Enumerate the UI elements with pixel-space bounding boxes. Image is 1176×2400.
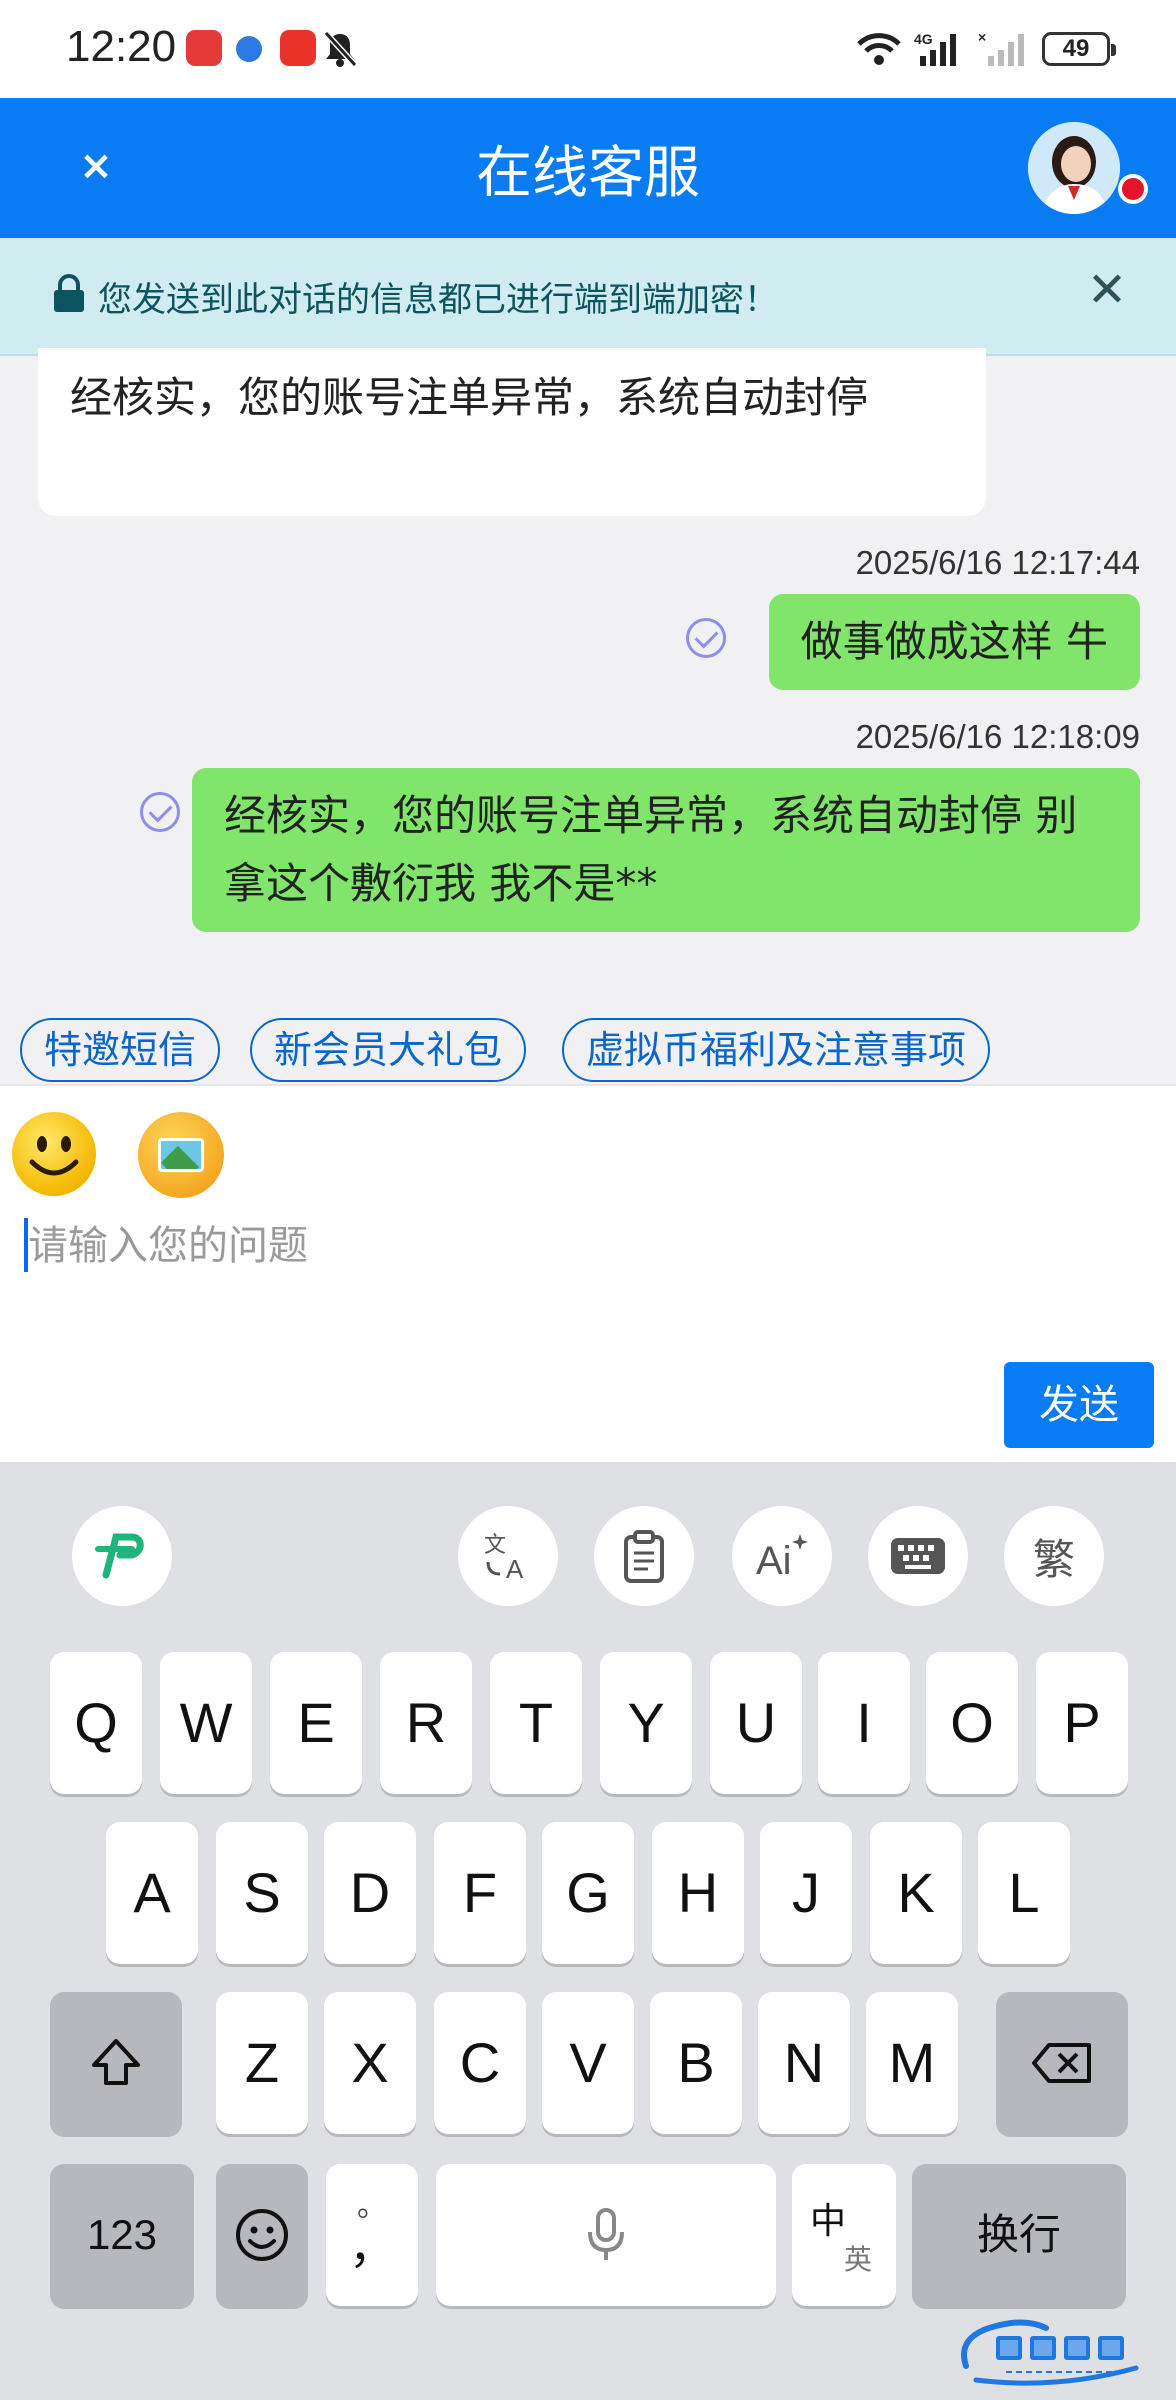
key-h[interactable]: H [652,1822,744,1964]
chat-header: × 在线客服 [0,98,1176,238]
key-r[interactable]: R [380,1652,472,1794]
svg-text:4G: 4G [914,31,933,47]
picture-icon [158,1138,204,1172]
online-status-dot [1118,174,1148,204]
key-j[interactable]: J [760,1822,852,1964]
emoji-button[interactable] [12,1112,96,1196]
numbers-key[interactable]: 123 [50,2164,194,2306]
key-k[interactable]: K [870,1822,962,1964]
traditional-chinese-button[interactable]: 繁 [1004,1506,1104,1606]
translate-icon: 文 A [484,1533,524,1584]
shift-arrow-icon [92,2039,140,2085]
key-n[interactable]: N [758,1992,850,2134]
punctuation-secondary-label: 。 [357,2190,387,2223]
key-s[interactable]: S [216,1822,308,1964]
smiley-icon [236,2209,288,2261]
space-key[interactable] [436,2164,776,2306]
send-button[interactable]: 发送 [1004,1362,1154,1448]
key-a[interactable]: A [106,1822,198,1964]
keyboard-logo-button[interactable] [72,1506,172,1606]
agent-portrait-icon [1028,122,1120,214]
shift-key[interactable] [50,1992,182,2134]
language-primary-label: 中 [810,2201,847,2242]
key-g[interactable]: G [542,1822,634,1964]
community-watermark-logo [961,2319,1139,2386]
key-l[interactable]: L [978,1822,1070,1964]
key-b[interactable]: B [650,1992,742,2134]
emoji-key[interactable] [216,2164,308,2306]
encryption-notice-text: 您发送到此对话的信息都已进行端到端加密！ [98,280,778,320]
language-switch-key[interactable]: 中 英 [792,2164,896,2306]
signal-4g-icon: 4G [914,31,956,66]
punctuation-key[interactable]: 。 ， [326,2164,418,2306]
notification-app-icon [186,30,222,66]
key-f[interactable]: F [434,1822,526,1964]
key-o[interactable]: O [926,1652,1018,1794]
key-y[interactable]: Y [600,1652,692,1794]
svg-text:A: A [506,1554,524,1584]
page-title: 在线客服 [476,141,700,206]
key-t[interactable]: T [490,1652,582,1794]
svg-text:文: 文 [484,1533,506,1558]
svg-text:Ai: Ai [756,1539,792,1582]
wifi-icon [857,33,901,65]
key-c[interactable]: C [434,1992,526,2134]
ai-writing-button[interactable]: Ai [732,1506,832,1606]
quick-reply-chip[interactable]: 特邀短信 [20,1018,221,1082]
message-input[interactable] [28,1216,1128,1276]
key-v[interactable]: V [542,1992,634,2134]
translate-button[interactable]: 文 A [458,1506,558,1606]
quick-reply-chip[interactable]: 虚拟币福利及注意事项 [562,1018,991,1082]
lock-icon [54,274,84,312]
bell-muted-icon [323,30,358,68]
message-composer: 发送 [0,1084,1176,1462]
key-i[interactable]: I [818,1652,910,1794]
backspace-icon [1032,2043,1091,2083]
keyboard-brand-icon [95,1533,144,1579]
key-d[interactable]: D [324,1822,416,1964]
key-z[interactable]: Z [216,1992,308,2134]
microphone-icon [588,2208,624,2260]
punctuation-primary-label: ， [349,2221,395,2273]
clipboard-button[interactable] [594,1506,694,1606]
ai-text-icon: Ai [756,1534,808,1582]
svg-text:×: × [978,30,986,45]
keyboard-layout-button[interactable] [868,1506,968,1606]
encryption-notice: 您发送到此对话的信息都已进行端到端加密！ ✕ [0,238,1176,356]
battery-indicator: 49 [1042,32,1116,66]
key-x[interactable]: X [324,1992,416,2134]
key-w[interactable]: W [160,1652,252,1794]
backspace-key[interactable] [996,1992,1128,2134]
status-indicators: 4G × 49 [856,26,1116,72]
signal-no-service-icon: × [978,30,1024,66]
status-time: 12:20 [66,22,177,71]
key-u[interactable]: U [710,1652,802,1794]
status-bar: 12:20 4G × 49 [0,0,1176,98]
message-timestamp: 2025/6/16 12:17:44 [855,544,1140,581]
message-timestamp: 2025/6/16 12:18:09 [855,718,1140,755]
enter-key[interactable]: 换行 [912,2164,1126,2306]
image-upload-button[interactable] [138,1112,224,1198]
smiley-icon [29,1136,79,1176]
quick-reply-chip[interactable]: 新会员大礼包 [250,1018,527,1082]
on-screen-keyboard: 文 A Ai 繁 Q W E R T Y U I O P A S D F G H… [0,1462,1176,2400]
notification-browser-icon [236,36,262,62]
key-q[interactable]: Q [50,1652,142,1794]
keyboard-icon [891,1538,945,1574]
notification-app-icon [280,30,316,66]
user-message: 经核实，您的账号注单异常，系统自动封停 别拿这个敷衍我 我不是** [192,768,1140,932]
read-check-icon [140,792,180,832]
key-p[interactable]: P [1036,1652,1128,1794]
dismiss-notice-button[interactable]: ✕ [1082,260,1132,320]
language-secondary-label: 英 [844,2243,873,2276]
clipboard-icon [624,1530,664,1583]
read-check-icon [686,618,726,658]
key-e[interactable]: E [270,1652,362,1794]
key-m[interactable]: M [866,1992,958,2134]
agent-message: 经核实，您的账号注单异常，系统自动封停 [38,348,986,516]
user-message: 做事做成这样 牛 [768,594,1140,690]
agent-avatar[interactable] [1028,122,1120,214]
